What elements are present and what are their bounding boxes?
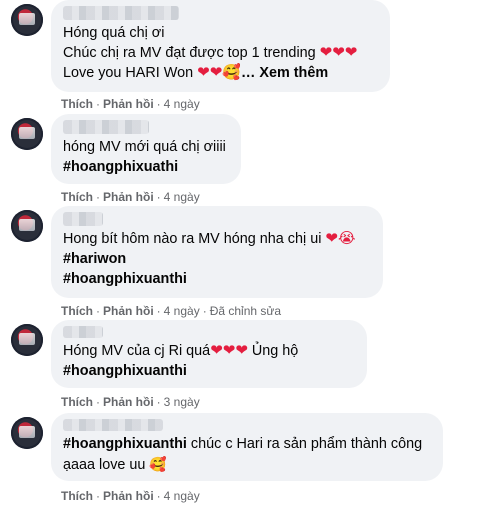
heart-emoji: ❤❤🥰 bbox=[197, 64, 241, 81]
author-name-blurred[interactable] bbox=[63, 6, 179, 20]
timestamp[interactable]: 4 ngày bbox=[164, 489, 200, 503]
like-link[interactable]: Thích bbox=[61, 190, 93, 204]
like-link[interactable]: Thích bbox=[61, 395, 93, 409]
timestamp[interactable]: 4 ngày bbox=[164, 190, 200, 204]
heart-emoji: ❤❤❤ bbox=[319, 44, 358, 61]
comment-text-line: Chúc chị ra MV đạt được top 1 trending ❤… bbox=[63, 44, 358, 61]
like-link[interactable]: Thích bbox=[61, 97, 93, 111]
author-name-blurred[interactable] bbox=[63, 419, 163, 431]
edited-label[interactable]: Đã chỉnh sửa bbox=[210, 304, 281, 318]
hashtag-link[interactable]: #hoangphixuathi bbox=[63, 157, 229, 177]
like-link[interactable]: Thích bbox=[61, 489, 93, 503]
heart-emoji: ❤❤❤ bbox=[210, 342, 248, 359]
avatar[interactable] bbox=[11, 4, 43, 36]
hashtag-link[interactable]: #hoangphixuanthi bbox=[63, 436, 187, 452]
comment-actions: Thích · Phản hồi · 4 ngày bbox=[61, 190, 200, 204]
timestamp[interactable]: 3 ngày bbox=[164, 395, 200, 409]
comment-text-line: hóng MV mới quá chị ơiiii bbox=[63, 139, 226, 155]
comment-text-line: Hóng quá chị ơi bbox=[63, 25, 165, 41]
reply-link[interactable]: Phản hồi bbox=[103, 190, 154, 204]
author-name-blurred[interactable] bbox=[63, 326, 103, 338]
reply-link[interactable]: Phản hồi bbox=[103, 395, 154, 409]
comment-bubble: Hong bít hôm nào ra MV hóng nha chị ui ❤… bbox=[51, 206, 383, 298]
comment-actions: Thích · Phản hồi · 3 ngày bbox=[61, 395, 200, 409]
comment-text-line: #hoangphixuanthi chúc c Hari ra sản phẩm… bbox=[63, 436, 423, 452]
comment-bubble: Hóng quá chị ơi Chúc chị ra MV đạt được … bbox=[51, 0, 390, 92]
avatar[interactable] bbox=[11, 324, 43, 356]
comment-bubble: hóng MV mới quá chị ơiiii #hoangphixuath… bbox=[51, 114, 241, 184]
comment-text-line: Hóng MV của cj Ri quá❤❤❤ Ủng hộ bbox=[63, 342, 299, 359]
avatar[interactable] bbox=[11, 118, 43, 150]
reply-link[interactable]: Phản hồi bbox=[103, 489, 154, 503]
heart-emoji: ❤😭 bbox=[325, 230, 356, 247]
comment-actions: Thích · Phản hồi · 4 ngày · Đã chỉnh sửa bbox=[61, 304, 282, 318]
avatar[interactable] bbox=[11, 417, 43, 449]
avatar[interactable] bbox=[11, 210, 43, 242]
like-link[interactable]: Thích bbox=[61, 304, 93, 318]
comment-bubble: Hóng MV của cj Ri quá❤❤❤ Ủng hộ #hoangph… bbox=[51, 320, 367, 388]
comment-actions: Thích · Phản hồi · 4 ngày bbox=[61, 97, 200, 111]
see-more-link[interactable]: … Xem thêm bbox=[241, 65, 328, 81]
comment-bubble: #hoangphixuanthi chúc c Hari ra sản phẩm… bbox=[51, 413, 443, 481]
timestamp[interactable]: 4 ngày bbox=[164, 304, 200, 318]
smiling-face-hearts-emoji: 🥰 bbox=[149, 456, 167, 472]
comment-text-line: Love you HARI Won ❤❤🥰… Xem thêm bbox=[63, 64, 329, 81]
hashtag-link[interactable]: #hariwon bbox=[63, 249, 371, 269]
hashtag-link[interactable]: #hoangphixuanthi bbox=[63, 269, 371, 289]
comment-text-line: Hong bít hôm nào ra MV hóng nha chị ui ❤… bbox=[63, 230, 356, 247]
reply-link[interactable]: Phản hồi bbox=[103, 97, 154, 111]
reply-link[interactable]: Phản hồi bbox=[103, 304, 154, 318]
comment-text-line: ạaaa love uu 🥰 bbox=[63, 456, 167, 473]
hashtag-link[interactable]: #hoangphixuanthi bbox=[63, 361, 355, 381]
comment-actions: Thích · Phản hồi · 4 ngày bbox=[61, 489, 200, 503]
author-name-blurred[interactable] bbox=[63, 120, 149, 134]
timestamp[interactable]: 4 ngày bbox=[164, 97, 200, 111]
author-name-blurred[interactable] bbox=[63, 212, 103, 226]
